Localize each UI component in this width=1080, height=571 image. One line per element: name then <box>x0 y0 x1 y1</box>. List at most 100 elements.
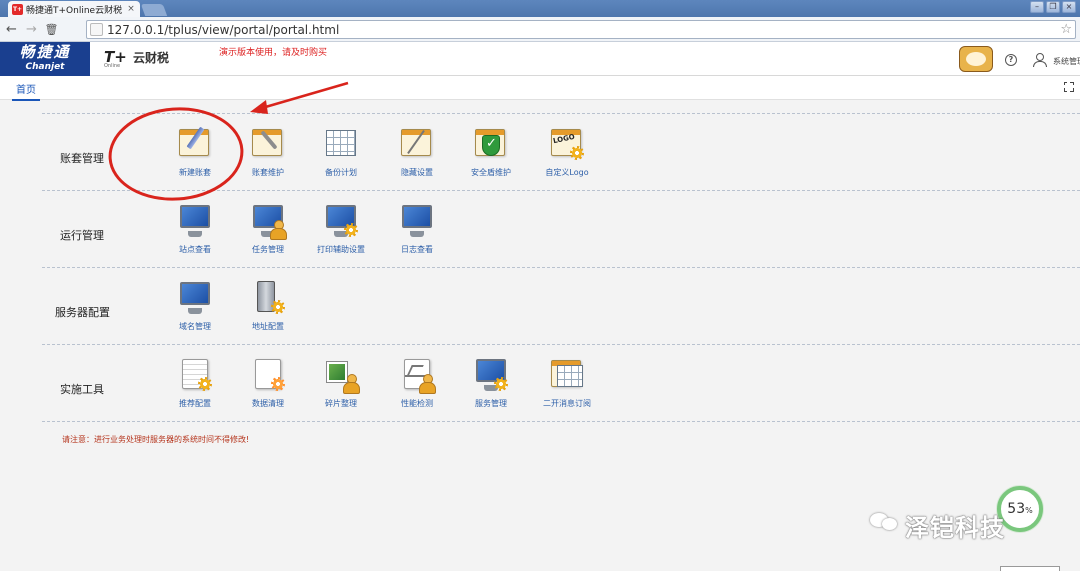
data-cleanup-icon <box>250 356 286 392</box>
brand-en: Chanjet <box>25 62 65 72</box>
section-account-management: 账套管理 新建账套 账套维护 备份计划 隐藏设置 安全盾维护 <box>42 113 1080 190</box>
item-label: 隐藏设置 <box>401 168 433 177</box>
recommended-config-icon <box>177 356 213 392</box>
tab-close-icon[interactable]: × <box>126 4 136 14</box>
message-subscription-icon <box>549 356 585 392</box>
tab-favicon-icon: T+ <box>12 3 23 15</box>
item-label: 打印辅助设置 <box>317 245 365 254</box>
trash-icon[interactable]: 🗑 <box>43 21 60 38</box>
item-label: 碎片整理 <box>325 399 357 408</box>
item-new-account[interactable]: 新建账套 <box>160 125 230 178</box>
site-view-icon <box>177 202 213 238</box>
watermark: 泽铠科技 <box>905 514 1005 542</box>
address-bar[interactable]: 127.0.0.1/tplus/view/portal/portal.html … <box>86 20 1076 39</box>
restore-icon[interactable]: ❐ <box>1046 1 1060 13</box>
back-arrow-icon[interactable]: ← <box>3 21 20 38</box>
section-title: 运行管理 <box>60 229 104 242</box>
tab-title: 畅捷通T+Online云财税 <box>26 5 123 16</box>
item-label: 推荐配置 <box>179 399 211 408</box>
item-label: 数据清理 <box>252 399 284 408</box>
item-recommended-config[interactable]: 推荐配置 <box>160 356 230 409</box>
item-message-subscription[interactable]: 二开消息订阅 <box>532 356 602 409</box>
item-label: 备份计划 <box>325 168 357 177</box>
brand-logo[interactable]: 畅捷通 Chanjet <box>0 42 90 76</box>
window-controls: – ❐ × <box>1030 1 1076 13</box>
custom-logo-icon: LOGO <box>549 125 585 161</box>
section-title: 服务器配置 <box>55 306 110 319</box>
section-title: 实施工具 <box>60 383 104 396</box>
minimize-icon[interactable]: – <box>1030 1 1044 13</box>
close-window-icon[interactable]: × <box>1062 1 1076 13</box>
item-label: 站点查看 <box>179 245 211 254</box>
progress-unit: % <box>1025 506 1033 515</box>
item-performance-check[interactable]: 性能检测 <box>382 356 452 409</box>
user-icon[interactable] <box>1033 53 1047 67</box>
brand-cn: 畅捷通 <box>19 43 71 61</box>
demo-notice[interactable]: 演示版本使用，请及时购买 <box>219 45 327 58</box>
item-label: 账套维护 <box>252 168 284 177</box>
bookmark-star-icon[interactable]: ☆ <box>1060 22 1072 37</box>
section-server-config: 服务器配置 域名管理 地址配置 <box>42 267 1080 344</box>
item-backup-plan[interactable]: 备份计划 <box>306 125 376 178</box>
product-sub: Online <box>104 63 121 69</box>
security-shield-icon <box>473 125 509 161</box>
browser-tabstrip: T+ 畅捷通T+Online云财税 × – ❐ × <box>0 0 1080 17</box>
item-label: 服务管理 <box>475 399 507 408</box>
item-label: 日志查看 <box>401 245 433 254</box>
section-title: 账套管理 <box>60 152 104 165</box>
service-management-icon <box>473 356 509 392</box>
product-name: 云财税 <box>133 51 170 65</box>
print-settings-icon <box>323 202 359 238</box>
browser-toolbar: ← → 🗑 127.0.0.1/tplus/view/portal/portal… <box>0 17 1080 42</box>
tab-home[interactable]: 首页 <box>12 81 40 101</box>
account-maintenance-icon <box>250 125 286 161</box>
browser-tab[interactable]: T+ 畅捷通T+Online云财税 × <box>8 1 140 17</box>
domain-management-icon <box>177 279 213 315</box>
task-management-icon <box>250 202 287 240</box>
item-security-shield[interactable]: 安全盾维护 <box>456 125 526 178</box>
page-icon <box>90 23 103 36</box>
item-task-management[interactable]: 任务管理 <box>233 202 303 255</box>
backup-plan-icon <box>323 125 359 161</box>
item-label: 新建账套 <box>179 168 211 177</box>
address-config-icon <box>250 279 286 315</box>
item-hide-settings[interactable]: 隐藏设置 <box>382 125 452 178</box>
item-service-management[interactable]: 服务管理 <box>456 356 526 409</box>
fullscreen-icon[interactable] <box>1063 81 1074 92</box>
item-print-settings[interactable]: 打印辅助设置 <box>306 202 376 255</box>
portal-main: 账套管理 新建账套 账套维护 备份计划 隐藏设置 安全盾维护 <box>0 101 1080 571</box>
item-custom-logo[interactable]: LOGO 自定义Logo <box>532 125 602 178</box>
forward-arrow-icon[interactable]: → <box>23 21 40 38</box>
section-implementation-tools: 实施工具 推荐配置 数据清理 碎片整理 性能检测 服务管理 二开消息订阅 <box>42 344 1080 421</box>
section-divider <box>42 421 1080 422</box>
item-domain-management[interactable]: 域名管理 <box>160 279 230 332</box>
app-header: 畅捷通 Chanjet T+ Online 云财税 演示版本使用，请及时购买 ?… <box>0 42 1080 76</box>
log-view-icon <box>399 202 435 238</box>
section-run-management: 运行管理 站点查看 任务管理 打印辅助设置 日志查看 <box>42 190 1080 267</box>
item-label: 安全盾维护 <box>471 168 511 177</box>
item-label: 自定义Logo <box>545 168 589 177</box>
item-label: 二开消息订阅 <box>543 399 591 408</box>
hide-settings-icon <box>399 125 435 161</box>
new-tab-button[interactable] <box>140 4 168 16</box>
bottom-strip <box>1000 566 1060 571</box>
help-icon[interactable]: ? <box>1005 54 1017 66</box>
item-label: 任务管理 <box>252 245 284 254</box>
mascot-icon[interactable] <box>959 46 993 72</box>
item-label: 域名管理 <box>179 322 211 331</box>
item-site-view[interactable]: 站点查看 <box>160 202 230 255</box>
user-name[interactable]: 系统管理员 <box>1053 56 1080 67</box>
item-address-config[interactable]: 地址配置 <box>233 279 303 332</box>
item-label: 性能检测 <box>401 399 433 408</box>
wechat-icon <box>870 513 900 533</box>
item-account-maintenance[interactable]: 账套维护 <box>233 125 303 178</box>
time-notice: 请注意：进行业务处理时服务器的系统时间不得修改! <box>62 435 250 444</box>
item-label: 地址配置 <box>252 322 284 331</box>
defragment-icon <box>323 356 360 394</box>
address-url[interactable]: 127.0.0.1/tplus/view/portal/portal.html <box>107 23 339 37</box>
performance-check-icon <box>399 356 436 394</box>
item-log-view[interactable]: 日志查看 <box>382 202 452 255</box>
item-defragment[interactable]: 碎片整理 <box>306 356 376 409</box>
page-tabs: 首页 <box>0 76 1080 101</box>
item-data-cleanup[interactable]: 数据清理 <box>233 356 303 409</box>
